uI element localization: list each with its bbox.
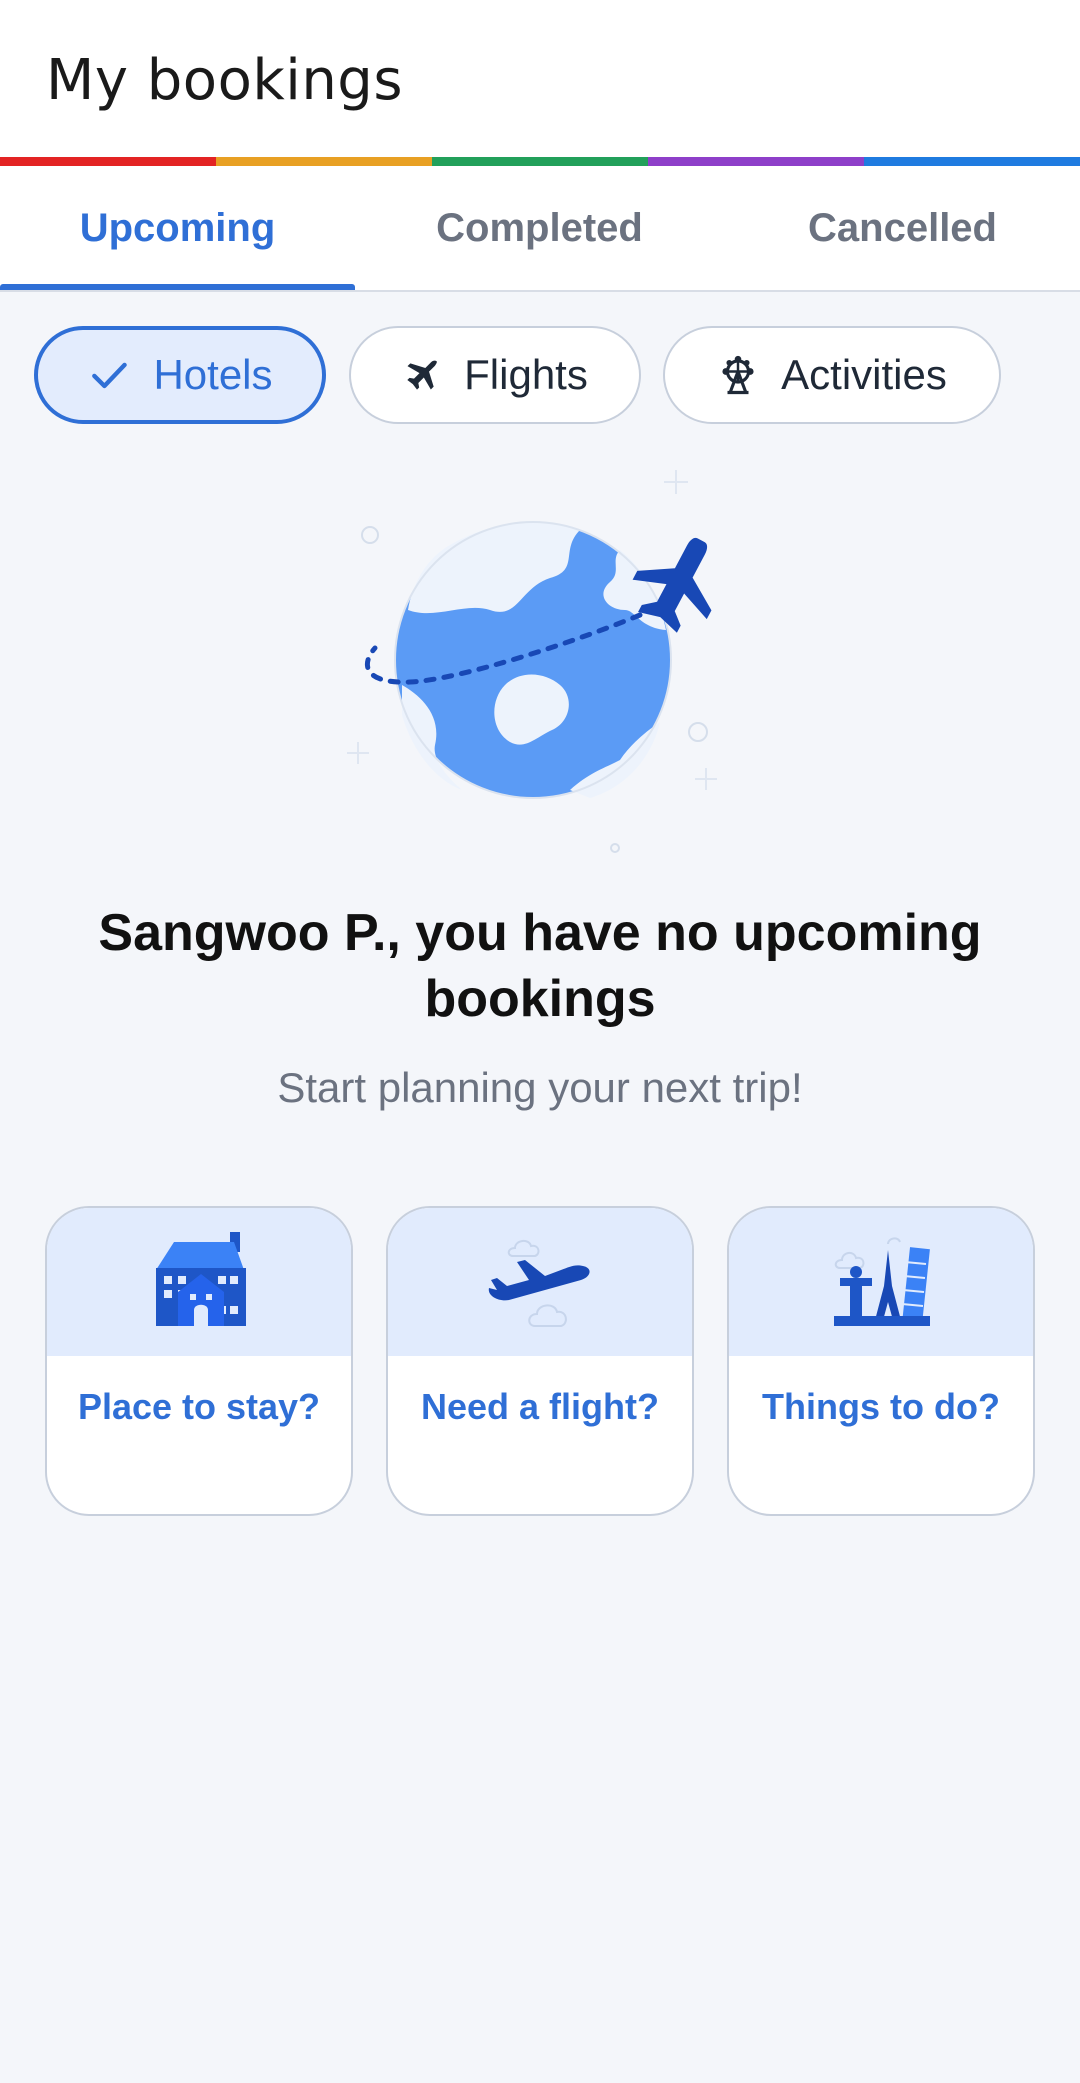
strip-green xyxy=(432,157,648,166)
card-label: Need a flight? xyxy=(420,1386,659,1427)
card-need-a-flight[interactable]: Need a flight? xyxy=(386,1206,694,1516)
filter-chip-label: Activities xyxy=(781,351,947,398)
airplane-icon xyxy=(402,355,442,395)
filter-chip-flights[interactable]: Flights xyxy=(349,326,641,424)
booking-status-tabs: Upcoming Completed Cancelled xyxy=(0,166,1080,292)
card-icon-area xyxy=(47,1208,351,1356)
empty-state-subline: Start planning your next trip! xyxy=(277,1064,803,1111)
tab-upcoming[interactable]: Upcoming xyxy=(0,166,355,290)
card-label: Things to do? xyxy=(762,1386,1000,1427)
tab-cancelled[interactable]: Cancelled xyxy=(725,166,1080,290)
landmarks-icon xyxy=(826,1230,936,1335)
strip-blue xyxy=(864,157,1080,166)
strip-orange xyxy=(216,157,432,166)
ferris-wheel-icon xyxy=(717,354,759,396)
filter-chip-label: Flights xyxy=(464,351,588,398)
card-icon-area xyxy=(388,1208,692,1356)
card-things-to-do[interactable]: Things to do? xyxy=(727,1206,1035,1516)
app-header: My bookings xyxy=(0,0,1080,157)
filter-chip-label: Hotels xyxy=(153,351,273,398)
page-title: My bookings xyxy=(46,48,404,113)
airplane-takeoff-icon xyxy=(485,1230,595,1335)
empty-state-headline: Sangwoo P., you have no upcoming booking… xyxy=(98,904,982,1028)
brand-color-strip xyxy=(0,157,1080,166)
strip-purple xyxy=(648,157,864,166)
card-icon-area xyxy=(729,1208,1033,1356)
hotel-building-icon xyxy=(144,1230,254,1335)
filter-chip-hotels[interactable]: Hotels xyxy=(34,326,326,424)
card-place-to-stay[interactable]: Place to stay? xyxy=(45,1206,353,1516)
check-icon xyxy=(87,353,131,397)
tab-completed[interactable]: Completed xyxy=(362,166,717,290)
card-label: Place to stay? xyxy=(77,1386,321,1427)
active-tab-indicator xyxy=(0,284,355,290)
globe-airplane-illustration xyxy=(340,460,740,860)
strip-red xyxy=(0,157,216,166)
filter-chip-activities[interactable]: Activities xyxy=(663,326,1001,424)
